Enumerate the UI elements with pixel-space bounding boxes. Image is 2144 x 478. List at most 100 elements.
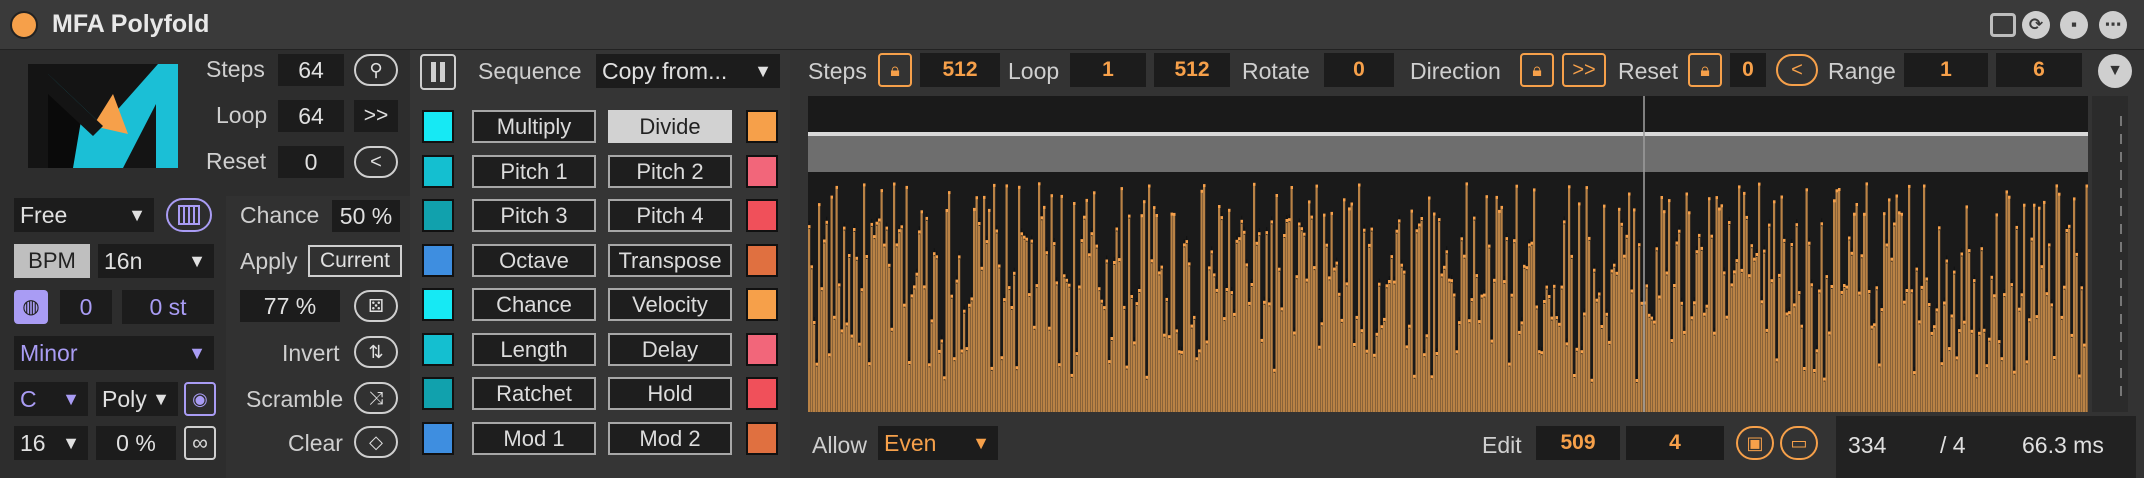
root-dropdown[interactable]: C ▼ [14, 382, 88, 416]
step-display[interactable] [808, 96, 2088, 412]
swing-field[interactable]: 0 % [96, 426, 176, 460]
steps-field[interactable]: 64 [278, 54, 344, 86]
eraser-icon[interactable]: ◇ [354, 426, 398, 458]
lock-icon[interactable]: 🔒︎ [1520, 53, 1554, 87]
sequence-button[interactable]: Pitch 3 [472, 199, 596, 232]
sequence-button[interactable]: Delay [608, 333, 732, 366]
refresh-icon[interactable]: ⟳ [2022, 11, 2050, 39]
color-swatch-left[interactable] [422, 333, 454, 366]
step-bar-tip [1858, 291, 1861, 295]
step-bar [1485, 197, 1488, 412]
lock-icon[interactable]: 🔒︎ [878, 53, 912, 87]
sequence-button[interactable]: Transpose [608, 244, 732, 277]
sequence-button[interactable]: Pitch 1 [472, 155, 596, 188]
top-reset-direction-button[interactable]: < [1776, 54, 1818, 86]
step-bar-tip [975, 196, 978, 200]
color-swatch-right[interactable] [746, 199, 778, 232]
save-icon[interactable]: ▣ [1736, 426, 1774, 460]
sequence-button[interactable]: Pitch 4 [608, 199, 732, 232]
color-swatch-left[interactable] [422, 244, 454, 277]
dice-icon[interactable]: ⚄ [354, 290, 398, 322]
rate-dropdown[interactable]: 16n ▼ [98, 244, 214, 278]
sequence-button[interactable]: Mod 1 [472, 422, 596, 455]
pause-icon[interactable] [420, 54, 456, 90]
step-bar-tip [1060, 194, 1063, 198]
color-swatch-left[interactable] [422, 110, 454, 143]
step-bar [2048, 245, 2051, 412]
color-swatch-right[interactable] [746, 288, 778, 321]
lock-icon[interactable]: 🔒︎ [1688, 53, 1722, 87]
color-swatch-right[interactable] [746, 333, 778, 366]
random-amount-field[interactable]: 77 % [240, 290, 340, 322]
direction-button[interactable]: >> [1562, 53, 1606, 87]
color-swatch-right[interactable] [746, 422, 778, 455]
step-bars[interactable] [808, 96, 2088, 412]
bpm-button[interactable]: BPM [14, 244, 90, 278]
reset-direction-button[interactable]: < [354, 146, 398, 178]
power-icon[interactable] [10, 11, 38, 39]
step-bar [1203, 186, 1206, 412]
sequence-button[interactable]: Mod 2 [608, 422, 732, 455]
top-steps-field[interactable]: 512 [920, 53, 1000, 87]
sequence-button[interactable]: Velocity [608, 288, 732, 321]
chance-field[interactable]: 50 % [332, 200, 400, 232]
collapse-icon[interactable]: ▼ [2098, 54, 2132, 88]
edit-step-field[interactable]: 509 [1536, 426, 1620, 460]
globe-icon[interactable]: ◍ [14, 290, 48, 324]
color-swatch-left[interactable] [422, 288, 454, 321]
color-swatch-left[interactable] [422, 377, 454, 410]
mode-dropdown[interactable]: Free ▼ [14, 198, 154, 232]
folder-icon[interactable]: ▭ [1780, 426, 1818, 460]
allow-dropdown[interactable]: Even ▼ [878, 426, 998, 460]
save-icon[interactable]: ▪ [2060, 11, 2088, 39]
piano-icon[interactable] [166, 198, 212, 232]
color-swatch-right[interactable] [746, 244, 778, 277]
step-bar-tip [1985, 364, 1988, 368]
device-icon[interactable] [1990, 13, 2016, 37]
apply-button[interactable]: Current [308, 245, 402, 277]
step-bar-tip [1365, 349, 1368, 353]
length-dropdown[interactable]: 16 ▼ [14, 426, 88, 460]
step-bar-tip [983, 195, 986, 199]
step-bar [1790, 245, 1793, 412]
shuffle-icon[interactable]: ⤨ [354, 382, 398, 414]
sequence-button[interactable]: Pitch 2 [608, 155, 732, 188]
step-bar-tip [1903, 300, 1906, 304]
loop-end-field[interactable]: 512 [1154, 53, 1230, 87]
scale-dropdown[interactable]: Minor ▼ [14, 336, 214, 370]
color-swatch-right[interactable] [746, 155, 778, 188]
edit-value-field[interactable]: 4 [1626, 426, 1724, 460]
vertical-scroll[interactable] [2092, 96, 2128, 412]
color-swatch-right[interactable] [746, 110, 778, 143]
sequence-button[interactable]: Chance [472, 288, 596, 321]
voice-dropdown[interactable]: Poly ▼ [96, 382, 178, 416]
loop-start-field[interactable]: 1 [1070, 53, 1146, 87]
infinity-icon[interactable]: ∞ [184, 426, 216, 460]
sequence-button[interactable]: Ratchet [472, 377, 596, 410]
more-icon[interactable]: ⋯ [2099, 11, 2127, 39]
sequence-button[interactable]: Hold [608, 377, 732, 410]
color-swatch-right[interactable] [746, 377, 778, 410]
invert-icon[interactable]: ⇅ [354, 336, 398, 368]
loop-direction-button[interactable]: >> [354, 100, 398, 132]
range-max-field[interactable]: 6 [1996, 53, 2082, 87]
sequence-button[interactable]: Length [472, 333, 596, 366]
top-reset-field[interactable]: 0 [1730, 53, 1766, 87]
loop-field[interactable]: 64 [278, 100, 344, 132]
color-swatch-left[interactable] [422, 199, 454, 232]
sequence-button[interactable]: Divide [608, 110, 732, 143]
sequence-button[interactable]: Multiply [472, 110, 596, 143]
semitone-field[interactable]: 0 st [122, 290, 214, 324]
color-swatch-left[interactable] [422, 155, 454, 188]
step-bar [1605, 314, 1608, 412]
range-min-field[interactable]: 1 [1904, 53, 1988, 87]
drum-icon[interactable]: ◉ [184, 382, 216, 416]
key-icon[interactable]: ⚲ [354, 54, 398, 86]
copy-from-dropdown[interactable]: Copy from... ▼ [596, 54, 780, 88]
transpose-field[interactable]: 0 [60, 290, 112, 324]
reset-field[interactable]: 0 [278, 146, 344, 178]
color-swatch-left[interactable] [422, 422, 454, 455]
rotate-field[interactable]: 0 [1324, 53, 1394, 87]
sequence-button[interactable]: Octave [472, 244, 596, 277]
step-bar [1608, 342, 1611, 412]
